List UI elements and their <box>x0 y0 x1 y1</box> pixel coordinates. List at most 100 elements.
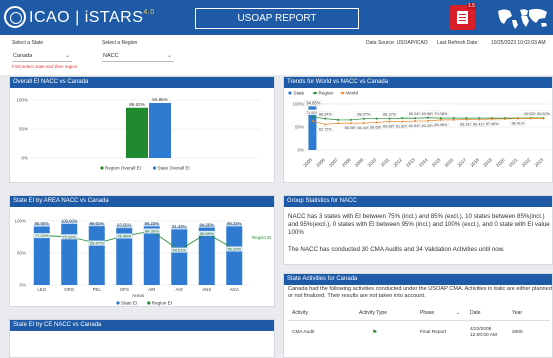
region-select[interactable]: NACC ⌄ <box>102 51 174 62</box>
legend-label: Region EI <box>152 301 172 306</box>
data-label: 96.23% <box>145 221 159 226</box>
bar-state-ei <box>88 223 105 285</box>
point-region <box>311 115 314 118</box>
trends-panel: Trends for World vs NACC vs Canada State… <box>283 76 553 183</box>
column-header-date[interactable]: Date <box>470 310 481 316</box>
y-tick-label: 100% <box>16 98 28 103</box>
x-tick-label: 2014 <box>418 157 429 168</box>
data-label: 54.51% <box>172 248 186 253</box>
state-label: Select a State <box>12 40 44 46</box>
x-tick-label: 2016 <box>444 157 455 168</box>
bar-state-overall-ei <box>149 102 171 158</box>
world-map-icon[interactable] <box>492 6 552 30</box>
column-header-activity[interactable]: Activity <box>292 310 308 316</box>
data-label: 68.24% <box>319 113 333 117</box>
point-world <box>529 117 532 120</box>
point-world <box>452 118 455 121</box>
data-label: 62.72% <box>319 127 333 131</box>
point-world <box>362 122 365 125</box>
point-region <box>349 118 352 121</box>
point-world <box>465 118 468 121</box>
x-tick-label: 2005 <box>302 157 313 168</box>
data-label: 94.85% <box>306 100 320 105</box>
point-world <box>491 117 494 120</box>
data-label: 70.08% <box>434 112 448 116</box>
x-tick-label: 2006 <box>315 157 326 168</box>
report-title: USOAP REPORT <box>195 8 359 29</box>
activities-intro: Canada had the following activities cond… <box>288 286 552 299</box>
y-tick-label: 50% <box>19 127 28 132</box>
legend-marker <box>152 166 157 170</box>
x-tick-label: PEL <box>93 287 102 292</box>
legend-marker <box>313 91 317 95</box>
state-select[interactable]: Canada ⌄ <box>12 51 72 62</box>
pdf-badge: 1.5 <box>467 3 476 9</box>
ce-ei-panel: State EI by CE NACC vs Canada <box>9 319 275 358</box>
region-select-value: NACC <box>103 53 119 59</box>
top-bar: ICAO | iSTARS4.0 USOAP REPORT 1.5 <box>0 0 553 35</box>
x-tick-label: AIR <box>148 287 155 292</box>
point-region <box>362 117 365 120</box>
data-label: 56.29% <box>227 246 241 251</box>
point-region <box>324 117 327 120</box>
point-world <box>311 120 314 123</box>
sort-desc-icon[interactable]: ⌄ <box>456 310 460 316</box>
x-tick-label: 2022 <box>521 157 532 168</box>
point-world <box>516 117 519 120</box>
legend-marker <box>288 91 292 95</box>
x-tick-label: 2018 <box>469 157 480 168</box>
data-source: Data Source: USOAP/ICAO <box>366 40 428 46</box>
point-region <box>388 117 391 120</box>
region-label: Select a Region <box>102 40 138 46</box>
x-tick-label: 2023 <box>534 157 545 168</box>
panel-title: State EI by AREA NACC vs Canada <box>10 196 274 207</box>
state-select-value: Canada <box>13 53 33 59</box>
point-world <box>439 118 442 121</box>
filter-bar: Select a State Canada ⌄ Select a Region … <box>0 35 553 75</box>
point-region <box>452 117 455 120</box>
x-tick-label: 2011 <box>380 157 391 168</box>
data-label: 84.39% <box>145 228 159 233</box>
state-activities-panel: State Activities for Canada Canada had t… <box>283 273 553 358</box>
point-world <box>337 122 340 125</box>
point-region <box>414 117 417 120</box>
x-tick-label: 2013 <box>405 157 416 168</box>
legend-marker <box>147 301 151 305</box>
row-activity: CMA Audit <box>292 330 315 335</box>
data-label: 91.43% <box>172 224 186 229</box>
column-header-activity-type[interactable]: Activity Type <box>359 310 387 316</box>
data-label: 65.47% <box>90 241 104 246</box>
header-divider <box>288 320 550 321</box>
x-tick-label: LEG <box>37 287 46 292</box>
x-tick-label: ORG <box>64 287 75 292</box>
x-tick-label: 2010 <box>367 157 378 168</box>
data-label: 77.23% <box>35 233 49 238</box>
legend-marker <box>116 301 120 305</box>
data-label: 94.25% <box>200 222 214 227</box>
column-header-phase[interactable]: Phase <box>420 310 434 316</box>
overall-ei-chart: 0% 50% 100% 86.62% 94.85% Region Overall EI St… <box>16 97 260 171</box>
data-label: 95.90% <box>35 221 49 226</box>
bar-state-ei <box>171 226 188 285</box>
area-ei-chart: 0% 50% 100% 95.90% 100.00% 96.61% 93.55% 96.23%… <box>14 218 271 306</box>
y-tick-label: 0% <box>21 156 28 161</box>
legend-label: State <box>294 91 305 96</box>
point-world <box>478 118 481 121</box>
group-stats-activities: The NACC has conducted 30 CMA Audits and… <box>288 246 505 253</box>
brand: ICAO | iSTARS4.0 <box>29 9 155 27</box>
group-statistics-panel: Group Statistics for NACC NACC has 3 sta… <box>283 195 553 265</box>
row-time: 12:00:00 AM <box>470 333 497 338</box>
bar-state-ei <box>226 223 243 285</box>
data-label: 69.52% <box>537 112 551 116</box>
column-header-year[interactable]: Year <box>512 310 522 316</box>
point-world <box>375 121 378 124</box>
group-stats-summary: NACC has 3 states with EI between 75% (i… <box>288 213 550 236</box>
brand-separator: | <box>75 9 85 26</box>
y-tick-label: 0% <box>297 148 304 153</box>
point-world <box>542 117 545 120</box>
point-world <box>401 120 404 123</box>
x-tick-label: 2019 <box>482 157 493 168</box>
bar-region-overall-ei <box>126 107 148 158</box>
legend-label: Region Overall EI <box>105 166 141 171</box>
x-tick-label: 2007 <box>328 157 339 168</box>
